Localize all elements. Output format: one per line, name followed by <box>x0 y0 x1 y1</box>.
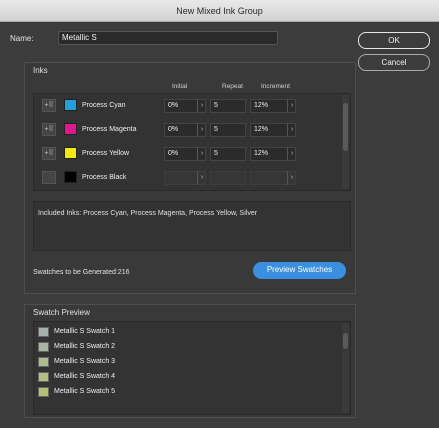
swatch-chip <box>38 357 49 367</box>
ink-swatch <box>64 171 77 183</box>
ink-swatch <box>64 123 77 135</box>
swatch-preview-group: Swatch Preview Metallic S Swatch 1 Metall… <box>24 304 356 418</box>
inks-title: Inks <box>33 66 48 75</box>
swatches-generated-text: Swatches to be Generated:216 <box>33 269 130 276</box>
chevron-right-icon[interactable]: › <box>197 99 206 113</box>
chevron-right-icon[interactable]: › <box>197 123 206 137</box>
swatch-list-item[interactable]: Metallic S Swatch 2 <box>38 341 338 354</box>
swatch-name: Metallic S Swatch 1 <box>54 328 116 335</box>
ink-add-icon[interactable]: +⠿ <box>42 99 56 112</box>
included-inks-box: Included Inks: Process Cyan, Process Mag… <box>33 201 351 251</box>
preview-swatches-button[interactable]: Preview Swatches <box>253 262 346 279</box>
swatch-scroll-thumb[interactable] <box>343 333 348 349</box>
swatch-chip <box>38 342 49 352</box>
swatch-chip <box>38 372 49 382</box>
chevron-right-icon[interactable]: › <box>197 171 206 185</box>
chevron-right-icon[interactable]: › <box>287 171 296 185</box>
ink-row[interactable]: +⠿ Process Cyan 0% › 5 12% › <box>34 94 344 118</box>
swatch-list-item[interactable]: Metallic S Swatch 1 <box>38 326 338 339</box>
cancel-button[interactable]: Cancel <box>358 54 430 71</box>
col-increment: Increment <box>261 83 290 90</box>
repeat-field[interactable] <box>210 171 246 185</box>
swatch-name: Metallic S Swatch 2 <box>54 343 116 350</box>
swatch-preview-list: Metallic S Swatch 1 Metallic S Swatch 2 Me… <box>33 321 351 415</box>
repeat-field[interactable]: 5 <box>210 99 246 113</box>
inks-group: Inks Initial Repeat Increment +⠿ Process … <box>24 62 356 294</box>
ink-row[interactable]: +⠿ Process Yellow 0% › 5 12% › <box>34 142 344 166</box>
inks-list: +⠿ Process Cyan 0% › 5 12% › +⠿ Process Magenta 0… <box>33 93 351 191</box>
repeat-field[interactable]: 5 <box>210 147 246 161</box>
included-inks-text: Included Inks: Process Cyan, Process Mag… <box>38 210 258 217</box>
col-repeat: Repeat <box>222 83 243 90</box>
chevron-right-icon[interactable]: › <box>287 99 296 113</box>
ink-swatch <box>64 147 77 159</box>
chevron-right-icon[interactable]: › <box>197 147 206 161</box>
swatch-chip <box>38 327 49 337</box>
window-titlebar: New Mixed Ink Group <box>0 0 439 22</box>
window-title: New Mixed Ink Group <box>176 6 263 16</box>
mixed-ink-dialog: Name: Metallic S OK Cancel Inks Initial … <box>0 22 439 428</box>
inks-scrollbar[interactable] <box>342 95 349 189</box>
swatch-list-item[interactable]: Metallic S Swatch 3 <box>38 356 338 369</box>
swatch-name: Metallic S Swatch 5 <box>54 388 116 395</box>
ok-button[interactable]: OK <box>358 32 430 49</box>
ink-row[interactable]: Process Black › › <box>34 166 344 190</box>
chevron-right-icon[interactable]: › <box>287 147 296 161</box>
swatch-name: Metallic S Swatch 3 <box>54 358 116 365</box>
ink-add-icon[interactable] <box>42 171 56 184</box>
chevron-right-icon[interactable]: › <box>287 123 296 137</box>
ink-name: Process Black <box>82 174 127 181</box>
swatch-chip <box>38 387 49 397</box>
ink-row[interactable]: +⠿ Process Magenta 0% › 5 12% › <box>34 118 344 142</box>
swatch-scrollbar[interactable] <box>342 323 349 413</box>
swatch-name: Metallic S Swatch 4 <box>54 373 116 380</box>
ink-name: Process Magenta <box>82 126 137 133</box>
swatch-list-item[interactable]: Metallic S Swatch 5 <box>38 386 338 399</box>
ink-add-icon[interactable]: +⠿ <box>42 123 56 136</box>
swatch-list-item[interactable]: Metallic S Swatch 4 <box>38 371 338 384</box>
ink-name: Process Yellow <box>82 150 130 157</box>
inks-scroll-thumb[interactable] <box>343 103 348 151</box>
name-label: Name: <box>10 34 34 43</box>
col-initial: Initial <box>172 83 188 90</box>
ink-swatch <box>64 99 77 111</box>
swatch-preview-title: Swatch Preview <box>33 308 90 317</box>
name-input[interactable]: Metallic S <box>58 31 278 45</box>
ink-add-icon[interactable]: +⠿ <box>42 147 56 160</box>
ink-name: Process Cyan <box>82 102 126 109</box>
repeat-field[interactable]: 5 <box>210 123 246 137</box>
